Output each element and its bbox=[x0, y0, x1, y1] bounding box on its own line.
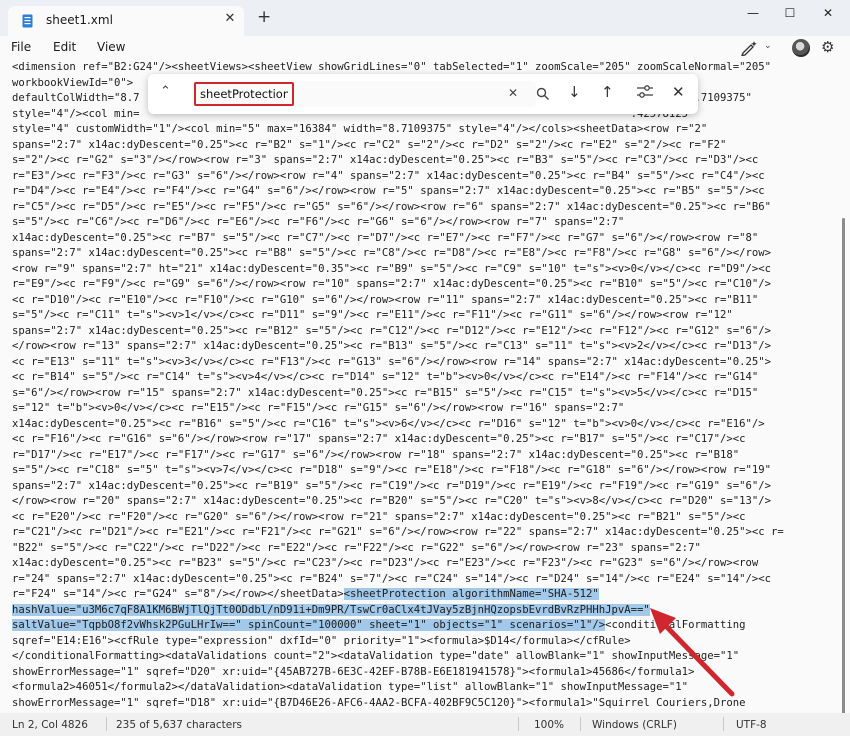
code-line: r="D17"/><c r="E17"/><c r="F17"/><c r="G… bbox=[12, 448, 740, 461]
clear-search-icon[interactable]: ✕ bbox=[508, 86, 518, 100]
avatar[interactable] bbox=[792, 39, 810, 57]
menu-edit[interactable]: Edit bbox=[53, 40, 76, 54]
code-line: <row r="9" spans="2:7" ht="21" x14ac:dyD… bbox=[12, 262, 771, 275]
menu-view[interactable]: View bbox=[97, 40, 125, 54]
code-line: r="D4"/><c r="E4"/><c r="F4"/><c r="G4" … bbox=[12, 185, 765, 197]
status-bar: Ln 2, Col 4826 235 of 5,637 characters 1… bbox=[0, 713, 850, 736]
selected-text: hashValue="u3M6c7qF8A1KM6BWjTlQjTt0ODdbl… bbox=[12, 603, 650, 616]
find-input[interactable] bbox=[194, 82, 294, 106]
code-line: "B22" s="5"/><c r="C22"/><c r="D22"/><c … bbox=[12, 541, 701, 554]
find-next-button[interactable]: ↓ bbox=[568, 83, 581, 101]
minimize-button[interactable]: — bbox=[738, 6, 768, 26]
chevron-up-icon[interactable]: ⌃ bbox=[160, 84, 171, 99]
chevron-down-icon[interactable]: ⌄ bbox=[764, 41, 772, 51]
tab-title: sheet1.xml bbox=[46, 13, 113, 27]
close-tab-icon[interactable]: ✕ bbox=[222, 11, 238, 26]
search-options-icon[interactable] bbox=[636, 84, 654, 100]
code-line: sqref="E14:E16"><cfRule type="expression… bbox=[12, 634, 631, 647]
search-icon[interactable] bbox=[536, 87, 550, 101]
divider bbox=[518, 717, 519, 731]
maximize-button[interactable]: ☐ bbox=[775, 6, 805, 26]
code-text: <dimension ref="B2:G24"/><sheetViews><sh… bbox=[12, 60, 784, 713]
divider bbox=[580, 717, 581, 731]
code-line: spans="2:7" x14ac:dyDescent="0.25"><c r=… bbox=[12, 138, 727, 151]
code-line: r="24" spans="2:7" x14ac:dyDescent="0.25… bbox=[12, 572, 771, 585]
cursor-position[interactable]: Ln 2, Col 4826 bbox=[12, 719, 88, 731]
code-line: spans="2:7" x14ac:dyDescent="0.25"><c r=… bbox=[12, 247, 771, 259]
code-line: </row><row r="13" spans="2:7" x14ac:dyDe… bbox=[12, 340, 771, 352]
text-editor[interactable]: <dimension ref="B2:G24"/><sheetViews><sh… bbox=[0, 60, 850, 713]
gear-icon[interactable]: ⚙ bbox=[821, 38, 834, 56]
copilot-pen-icon[interactable] bbox=[740, 40, 758, 56]
find-panel: ⌃ ✕ ↓ ↑ ✕ bbox=[148, 74, 698, 114]
code-line: <c r="E13" s="11" t="s"><v>3</v></c><c r… bbox=[12, 355, 771, 368]
document-icon bbox=[22, 14, 33, 28]
divider bbox=[723, 717, 724, 731]
code-line: x14ac:dyDescent="0.25"><c r="B16" s="5"/… bbox=[12, 417, 765, 430]
code-line: style="4" customWidth="1"/><col min="5" … bbox=[12, 123, 708, 135]
new-tab-button[interactable]: + bbox=[257, 9, 271, 26]
close-find-button[interactable]: ✕ bbox=[672, 83, 685, 101]
find-previous-button[interactable]: ↑ bbox=[601, 83, 614, 101]
vertical-scrollbar[interactable] bbox=[842, 218, 845, 713]
divider bbox=[106, 717, 107, 731]
code-line: showErrorMessage="1" sqref="D20" xr:uid=… bbox=[12, 665, 695, 678]
code-line: r="C5"/><c r="D5"/><c r="E5"/><c r="F5"/… bbox=[12, 200, 771, 213]
code-line: s="2"/><c r="G2" s="3"/></row><row r="3"… bbox=[12, 154, 759, 166]
code-line: spans="2:7" x14ac:dyDescent="0.25"><c r=… bbox=[12, 324, 771, 337]
code-line: s="5"/><c r="C11" t="s"><v>1</v></c><c r… bbox=[12, 309, 733, 321]
zoom-level[interactable]: 100% bbox=[534, 719, 564, 731]
code-line: <c r="D10"/><c r="E10"/><c r="F10"/><c r… bbox=[12, 293, 759, 306]
code-line: r="F24" s="14"/><c r="G24" s="8"/></row>… bbox=[12, 588, 599, 600]
code-line: saltValue="TqpbO8f2vWhsk2PGuLHrIw==" spi… bbox=[12, 619, 746, 631]
find-field-container: ✕ bbox=[192, 81, 549, 107]
code-line: s="12" t="b"><v>0</v></c><c r="E15"/><c … bbox=[12, 402, 625, 414]
line-endings[interactable]: Windows (CRLF) bbox=[592, 719, 677, 731]
code-line: </conditionalFormatting><dataValidations… bbox=[12, 650, 740, 662]
code-line: <formula2>46051</formula2></dataValidati… bbox=[12, 681, 689, 693]
menu-file[interactable]: File bbox=[11, 40, 31, 54]
selection-count: 235 of 5,637 characters bbox=[116, 719, 242, 731]
selected-text: saltValue="TqpbO8f2vWhsk2PGuLHrIw==" spi… bbox=[12, 619, 606, 631]
menu-bar: File Edit View ⌄ ⚙ bbox=[0, 36, 850, 60]
code-line: hashValue="u3M6c7qF8A1KM6BWjTlQjTt0ODdbl… bbox=[12, 603, 784, 619]
code-line: r="E9"/><c r="F9"/><c r="G9" s="6"/></ro… bbox=[12, 278, 771, 290]
code-line: showErrorMessage="1" sqref="D18" xr:uid=… bbox=[12, 696, 746, 709]
close-window-button[interactable]: ✕ bbox=[813, 6, 843, 26]
tab-sheet1[interactable]: sheet1.xml ✕ bbox=[8, 6, 244, 36]
selected-text: <sheetProtection algorithmName="SHA-512" bbox=[343, 588, 599, 600]
title-bar: sheet1.xml ✕ + — ☐ ✕ bbox=[0, 0, 850, 36]
encoding[interactable]: UTF-8 bbox=[736, 719, 767, 731]
code-line: <c r="B14" s="5"/><c r="C14" t="s"><v>4<… bbox=[12, 371, 759, 383]
code-line: <c r="F16"/><c r="G16" s="6"/></row><row… bbox=[12, 433, 746, 445]
code-line: x14ac:dyDescent="0.25"><c r="B7" s="5"/>… bbox=[12, 231, 759, 244]
code-line: </row><row r="20" spans="2:7" x14ac:dyDe… bbox=[12, 495, 771, 507]
code-line: r="E3"/><c r="F3"/><c r="G3" s="6"/></ro… bbox=[12, 169, 765, 182]
code-line: s="5"/><c r="C18" s="5" t="s"><v>7</v></… bbox=[12, 464, 771, 476]
code-line: <c r="E20"/><c r="F20"/><c r="G20" s="6"… bbox=[12, 510, 746, 523]
code-line: r="C21"/><c r="D21"/><c r="E21"/><c r="F… bbox=[12, 526, 784, 538]
code-line: x14ac:dyDescent="0.25"><c r="B23" s="5"/… bbox=[12, 557, 759, 569]
code-line: s="6"/></row><row r="15" spans="2:7" x14… bbox=[12, 386, 759, 399]
code-line: s="5"/><c r="C6"/><c r="D6"/><c r="E6"/>… bbox=[12, 216, 625, 228]
code-line: spans="2:7" x14ac:dyDescent="0.25"><c r=… bbox=[12, 479, 771, 492]
